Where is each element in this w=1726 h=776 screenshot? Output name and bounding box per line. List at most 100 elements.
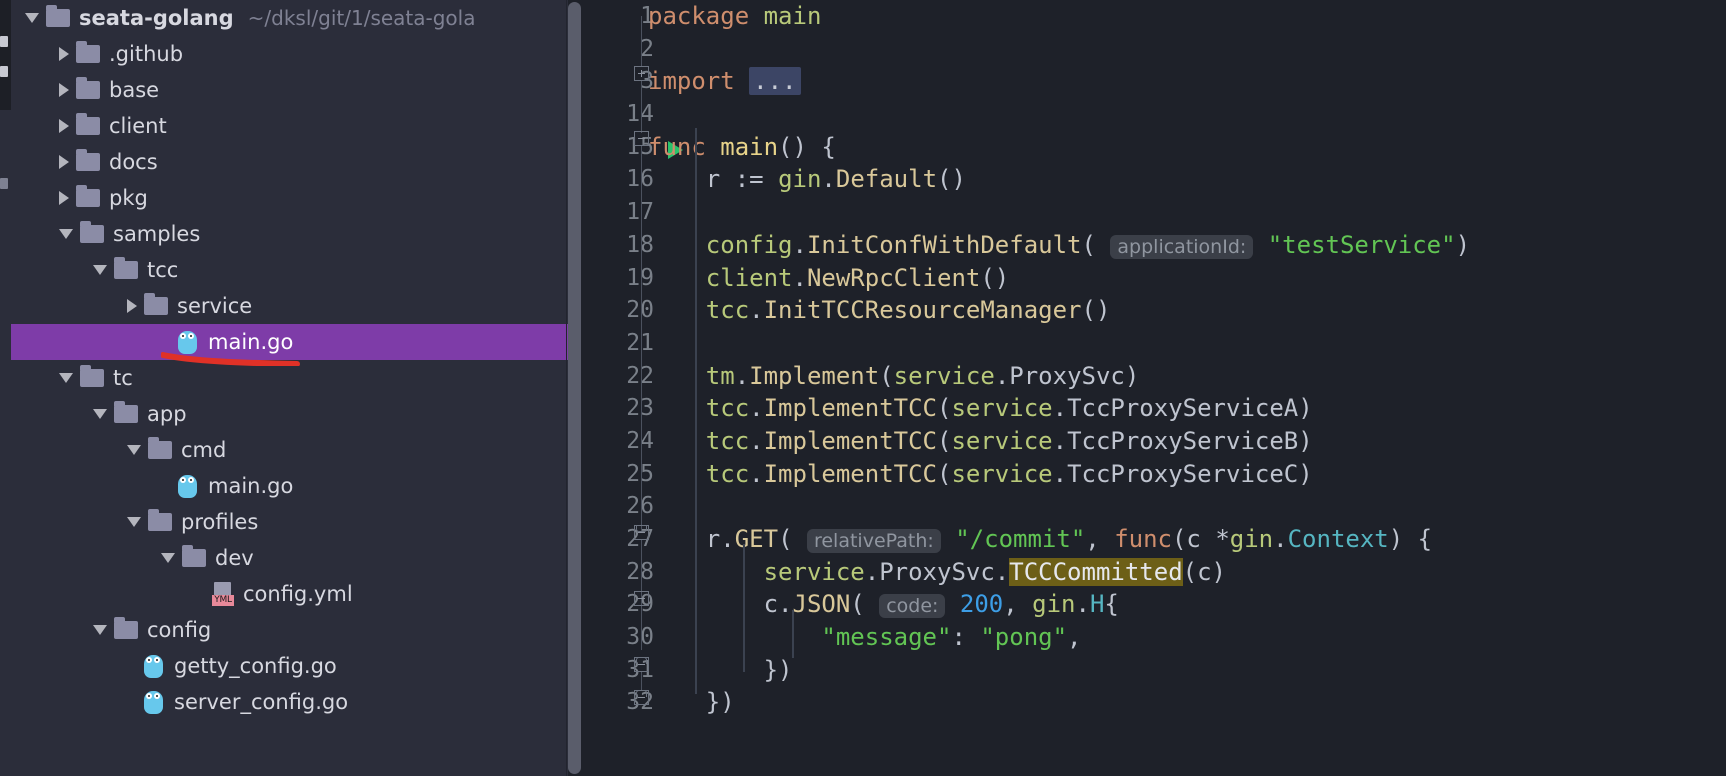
tool-strip-button-1[interactable]: [0, 36, 8, 47]
sidebar-scrollbar[interactable]: [568, 2, 581, 774]
fold-collapse-func-icon[interactable]: [634, 131, 649, 146]
code-lines[interactable]: 1package main23import ...1415func main()…: [582, 0, 1726, 776]
tree-item[interactable]: pkg: [11, 180, 568, 216]
tree-item[interactable]: cmd: [11, 432, 568, 468]
yml-badge: YML: [212, 595, 234, 606]
code-token: .: [749, 459, 764, 488]
fold-collapse-json-icon[interactable]: [634, 591, 649, 606]
code-line[interactable]: 18 config.InitConfWithDefault( applicati…: [582, 229, 1726, 262]
code-line[interactable]: 30 "message": "pong",: [582, 621, 1726, 654]
code-line[interactable]: 21: [582, 327, 1726, 360]
code-line[interactable]: 1 package main: [582, 0, 1726, 33]
tree-item[interactable]: config: [11, 612, 568, 648]
code-line[interactable]: 3 import ...: [582, 65, 1726, 98]
tree-item[interactable]: YML config.yml: [11, 576, 568, 612]
chevron-right-icon[interactable]: [59, 191, 69, 205]
tree-item[interactable]: dev: [11, 540, 568, 576]
tool-window-strip[interactable]: [0, 0, 11, 776]
code-token: JSON: [792, 590, 851, 619]
code-line[interactable]: 16 r := gin.Default(): [582, 163, 1726, 196]
indent-guide-level-1: [695, 128, 697, 694]
tree-item[interactable]: main.go: [11, 468, 568, 504]
tree-item-label: .github: [109, 42, 184, 66]
code-line[interactable]: 19 client.NewRpcClient(): [582, 262, 1726, 295]
line-number: 28: [582, 556, 654, 589]
code-line[interactable]: 15func main() {: [582, 131, 1726, 164]
code-token: .: [994, 361, 1010, 390]
chevron-down-icon[interactable]: [127, 517, 141, 527]
tool-strip-top-section: [0, 0, 11, 110]
code-line[interactable]: 22 tm.Implement(service.ProxySvc): [582, 360, 1726, 393]
fold-line-import-bottom: [640, 81, 642, 133]
code-line[interactable]: 23 tcc.ImplementTCC(service.TccProxyServ…: [582, 392, 1726, 425]
code-line[interactable]: 27 r.GET( relativePath: "/commit", func(…: [582, 523, 1726, 556]
code-token: gin: [1032, 590, 1076, 619]
code-line[interactable]: 20 tcc.InitTCCResourceManager(): [582, 294, 1726, 327]
collapsed-import-placeholder[interactable]: ...: [749, 67, 801, 96]
tree-item[interactable]: docs: [11, 144, 568, 180]
tree-item-label: samples: [113, 222, 201, 246]
project-tree[interactable]: seata-golang ~/dksl/git/1/seata-gola .gith…: [11, 0, 568, 720]
chevron-down-icon[interactable]: [93, 409, 107, 419]
code-token: gin: [1229, 525, 1274, 553]
tree-item[interactable]: .github: [11, 36, 568, 72]
tree-item[interactable]: server_config.go: [11, 684, 568, 720]
code-line[interactable]: 25 tcc.ImplementTCC(service.TccProxyServ…: [582, 458, 1726, 491]
tree-item[interactable]: client: [11, 108, 568, 144]
code-line[interactable]: 28 service.ProxySvc.TCCCommitted(c): [582, 556, 1726, 589]
line-number: 30: [582, 621, 654, 654]
tree-item[interactable]: profiles: [11, 504, 568, 540]
code-line[interactable]: 26: [582, 490, 1726, 523]
tool-strip-button-3[interactable]: [0, 178, 8, 189]
code-line[interactable]: 2: [582, 33, 1726, 66]
code-line[interactable]: 29 c.JSON( code: 200, gin.H{: [582, 588, 1726, 621]
chevron-down-icon[interactable]: [93, 265, 107, 275]
code-line[interactable]: 31 }): [582, 654, 1726, 687]
fold-expand-import-icon[interactable]: [634, 66, 649, 81]
code-token: (: [850, 590, 865, 619]
code-line[interactable]: 17: [582, 196, 1726, 229]
chevron-down-icon[interactable]: [25, 13, 39, 23]
code-text: tcc.ImplementTCC(service.TccProxyService…: [648, 425, 1313, 458]
fold-end-json-icon[interactable]: [634, 657, 649, 672]
chevron-down-icon[interactable]: [127, 445, 141, 455]
code-token: }): [648, 655, 793, 684]
code-text: func main() {: [648, 131, 836, 164]
tree-item[interactable]: samples: [11, 216, 568, 252]
code-line[interactable]: 32 }): [582, 686, 1726, 719]
chevron-down-icon[interactable]: [93, 625, 107, 635]
tree-item[interactable]: seata-golang ~/dksl/git/1/seata-gola: [11, 0, 568, 36]
tree-item[interactable]: tc: [11, 360, 568, 396]
tree-item[interactable]: app: [11, 396, 568, 432]
chevron-down-icon[interactable]: [161, 553, 175, 563]
code-token: ,: [1003, 590, 1033, 619]
editor-pane[interactable]: 1package main23import ...1415func main()…: [582, 0, 1726, 776]
chevron-right-icon[interactable]: [59, 83, 69, 97]
code-line[interactable]: 24 tcc.ImplementTCC(service.TccProxyServ…: [582, 425, 1726, 458]
chevron-right-icon[interactable]: [59, 119, 69, 133]
chevron-right-icon[interactable]: [59, 155, 69, 169]
code-token: ,: [1067, 623, 1082, 652]
code-token: .: [1075, 590, 1090, 619]
tree-item[interactable]: service: [11, 288, 568, 324]
code-token: ) {: [1388, 525, 1433, 553]
fold-end-func-icon[interactable]: [634, 690, 649, 705]
tree-item-selected[interactable]: main.go: [11, 324, 568, 360]
fold-collapse-get-icon[interactable]: [634, 525, 649, 540]
code-token: r: [648, 165, 735, 194]
project-tool-window[interactable]: seata-golang ~/dksl/git/1/seata-gola .gith…: [11, 0, 568, 776]
chevron-right-icon[interactable]: [59, 47, 69, 61]
chevron-down-icon[interactable]: [59, 373, 73, 383]
code-text: tcc.ImplementTCC(service.TccProxyService…: [648, 392, 1313, 425]
chevron-down-icon[interactable]: [59, 229, 73, 239]
tree-item[interactable]: base: [11, 72, 568, 108]
code-token: tcc: [648, 394, 750, 423]
code-line[interactable]: 14: [582, 98, 1726, 131]
tool-strip-button-2[interactable]: [0, 66, 8, 77]
code-token: main: [763, 2, 822, 30]
chevron-right-icon[interactable]: [127, 299, 137, 313]
tree-item[interactable]: getty_config.go: [11, 648, 568, 684]
no-chevron-spacer: [127, 695, 137, 709]
tree-item[interactable]: tcc: [11, 252, 568, 288]
